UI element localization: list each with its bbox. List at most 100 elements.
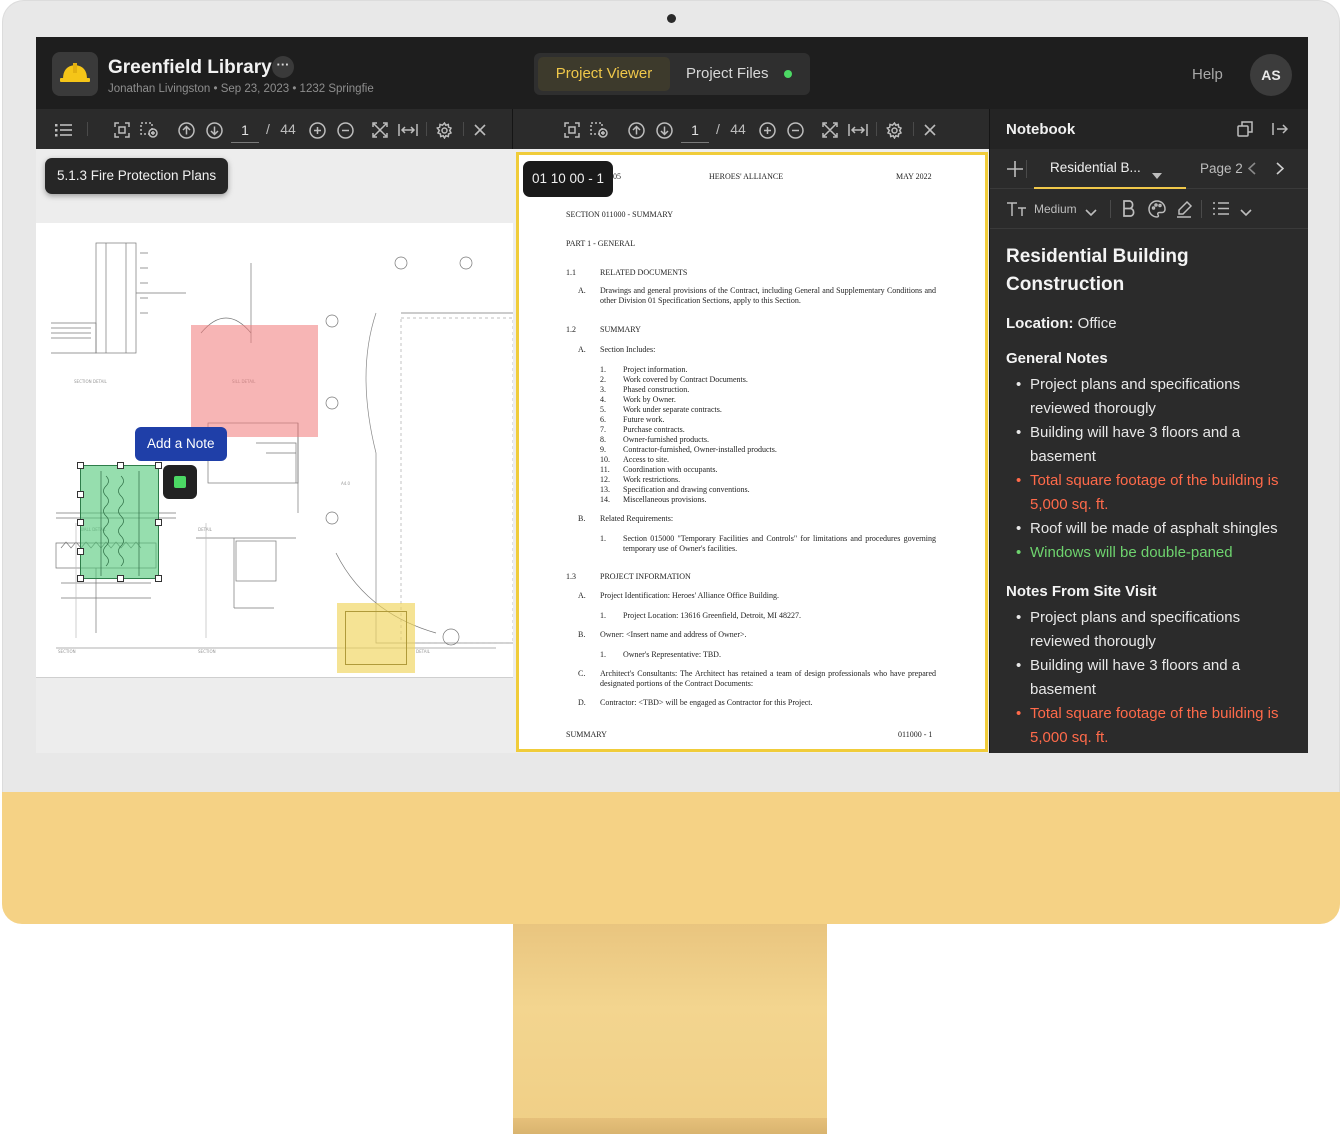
highlight-green-selection[interactable] xyxy=(77,462,162,582)
note-bullet-item[interactable]: Total square footage of the building is … xyxy=(1006,702,1301,750)
page-indicator: Page 2 xyxy=(1200,161,1243,176)
expand-icon[interactable] xyxy=(368,109,392,149)
include-item-text: Specification and drawing conventions. xyxy=(623,485,750,494)
resize-handle[interactable] xyxy=(155,519,162,526)
sub-item-number: 1. xyxy=(600,611,606,620)
fit-width-icon[interactable] xyxy=(396,109,420,149)
zoom-in-icon[interactable] xyxy=(305,109,329,149)
project-title: Greenfield Library xyxy=(108,57,272,78)
fit-screen-icon[interactable] xyxy=(110,109,134,149)
paragraph-text: Contractor: <TBD> will be engaged as Con… xyxy=(600,698,813,707)
include-item-number: 9. xyxy=(600,445,606,454)
include-item-number: 7. xyxy=(600,425,606,434)
chevron-right-icon[interactable] xyxy=(1276,162,1285,180)
add-note-button[interactable]: Add a Note xyxy=(135,427,227,461)
popout-icon[interactable] xyxy=(1237,121,1253,142)
spec-document[interactable]: .02.05 HEROES' ALLIANCE MAY 2022 SECTION… xyxy=(516,152,988,752)
note-content[interactable]: Residential Building Construction Locati… xyxy=(1006,243,1301,750)
plus-icon[interactable] xyxy=(1006,160,1024,183)
resize-handle[interactable] xyxy=(77,548,84,555)
chevron-down-icon[interactable] xyxy=(1085,204,1097,222)
svg-text:A4.0: A4.0 xyxy=(341,481,351,486)
note-bullet-item[interactable]: Project plans and specifications reviewe… xyxy=(1006,373,1301,421)
collapse-panel-icon[interactable] xyxy=(1272,121,1289,142)
fit-screen-icon[interactable] xyxy=(560,109,584,149)
resize-handle[interactable] xyxy=(77,519,84,526)
include-item-text: Work restrictions. xyxy=(623,475,681,484)
expand-icon[interactable] xyxy=(818,109,842,149)
resize-handle[interactable] xyxy=(155,575,162,582)
zoom-in-icon[interactable] xyxy=(755,109,779,149)
page-number-input[interactable]: 1 xyxy=(231,117,259,143)
include-item-number: 1. xyxy=(600,365,606,374)
add-area-icon[interactable] xyxy=(137,109,161,149)
paragraph-letter: A. xyxy=(578,286,586,295)
include-item-text: Owner-furnished products. xyxy=(623,435,710,444)
note-bullet-item[interactable]: Total square footage of the building is … xyxy=(1006,469,1301,517)
help-link[interactable]: Help xyxy=(1192,66,1223,83)
note-bullet-item[interactable]: Building will have 3 floors and a baseme… xyxy=(1006,654,1301,702)
chevron-down-icon[interactable] xyxy=(1240,204,1252,222)
toolbar-divider xyxy=(463,122,464,136)
resize-handle[interactable] xyxy=(155,462,162,469)
notebook-tabs-row: Residential B... Page 2 xyxy=(990,149,1308,189)
tab-project-viewer[interactable]: Project Viewer xyxy=(538,57,670,91)
arrow-down-circle-icon[interactable] xyxy=(202,109,226,149)
architectural-drawing: SECTION DETAIL SILL DETAIL WALL DETAIL D… xyxy=(51,242,513,654)
include-item-number: 13. xyxy=(600,485,610,494)
note-bullet-item[interactable]: Roof will be made of asphalt shingles xyxy=(1006,517,1301,541)
zoom-out-icon[interactable] xyxy=(783,109,807,149)
note-bullet-item[interactable]: Building will have 3 floors and a baseme… xyxy=(1006,421,1301,469)
resize-handle[interactable] xyxy=(117,462,124,469)
user-avatar[interactable]: AS xyxy=(1250,54,1292,96)
include-item-number: 2. xyxy=(600,375,606,384)
bullet-list-icon[interactable] xyxy=(1212,201,1230,221)
sub-item-number: 1. xyxy=(600,534,606,543)
caret-down-icon[interactable] xyxy=(1152,166,1162,184)
monitor-stand xyxy=(513,924,827,1134)
toolbar-divider xyxy=(1201,200,1202,218)
include-item-text: Contractor-furnished, Owner-installed pr… xyxy=(623,445,777,454)
sub-item-text: Section 015000 "Temporary Facilities and… xyxy=(623,534,936,553)
resize-handle[interactable] xyxy=(77,575,84,582)
document-tag: 01 10 00 - 1 xyxy=(523,161,614,197)
fit-width-icon[interactable] xyxy=(846,109,870,149)
highlighter-icon[interactable] xyxy=(1175,200,1193,223)
status-dot xyxy=(784,70,792,78)
add-area-icon[interactable] xyxy=(587,109,611,149)
doc-header-center: HEROES' ALLIANCE xyxy=(709,172,784,181)
arrow-up-circle-icon[interactable] xyxy=(624,109,648,149)
settings-gear-icon[interactable] xyxy=(432,109,456,149)
close-icon[interactable] xyxy=(468,109,492,149)
bold-icon[interactable] xyxy=(1122,200,1136,222)
close-icon[interactable] xyxy=(918,109,942,149)
palette-icon[interactable] xyxy=(1148,200,1166,223)
zoom-out-icon[interactable] xyxy=(333,109,357,149)
tab-project-files[interactable]: Project Files xyxy=(686,57,769,91)
app-logo[interactable] xyxy=(52,52,98,96)
paragraph-text: Owner: <Insert name and address of Owner… xyxy=(600,630,747,639)
section-title: SECTION 011000 - SUMMARY xyxy=(566,210,674,219)
resize-handle[interactable] xyxy=(117,575,124,582)
resize-handle[interactable] xyxy=(77,491,84,498)
note-icon[interactable] xyxy=(163,465,197,499)
note-bullet-item[interactable]: Windows will be double-paned xyxy=(1006,541,1301,565)
include-item-number: 3. xyxy=(600,385,606,394)
note-bullet-item[interactable]: Project plans and specifications reviewe… xyxy=(1006,606,1301,654)
arrow-up-circle-icon[interactable] xyxy=(174,109,198,149)
highlight-yellow-area[interactable] xyxy=(337,603,415,673)
page-number-input[interactable]: 1 xyxy=(681,117,709,143)
more-options-button[interactable]: ··· xyxy=(272,56,294,78)
text-size-select[interactable]: Medium xyxy=(1034,202,1077,216)
highlight-red-area[interactable] xyxy=(191,325,318,437)
text-size-icon[interactable] xyxy=(1006,201,1028,222)
tab-residential-building[interactable]: Residential B... xyxy=(1050,160,1141,175)
resize-handle[interactable] xyxy=(77,462,84,469)
middle-viewer-toolbar: 1 / 44 xyxy=(513,109,989,149)
arrow-down-circle-icon[interactable] xyxy=(652,109,676,149)
drawing-sheet[interactable]: SECTION DETAIL SILL DETAIL WALL DETAIL D… xyxy=(36,223,513,678)
list-icon[interactable] xyxy=(50,109,78,149)
location-label: Location: xyxy=(1006,315,1074,332)
chevron-left-icon[interactable] xyxy=(1247,162,1256,180)
settings-gear-icon[interactable] xyxy=(882,109,906,149)
